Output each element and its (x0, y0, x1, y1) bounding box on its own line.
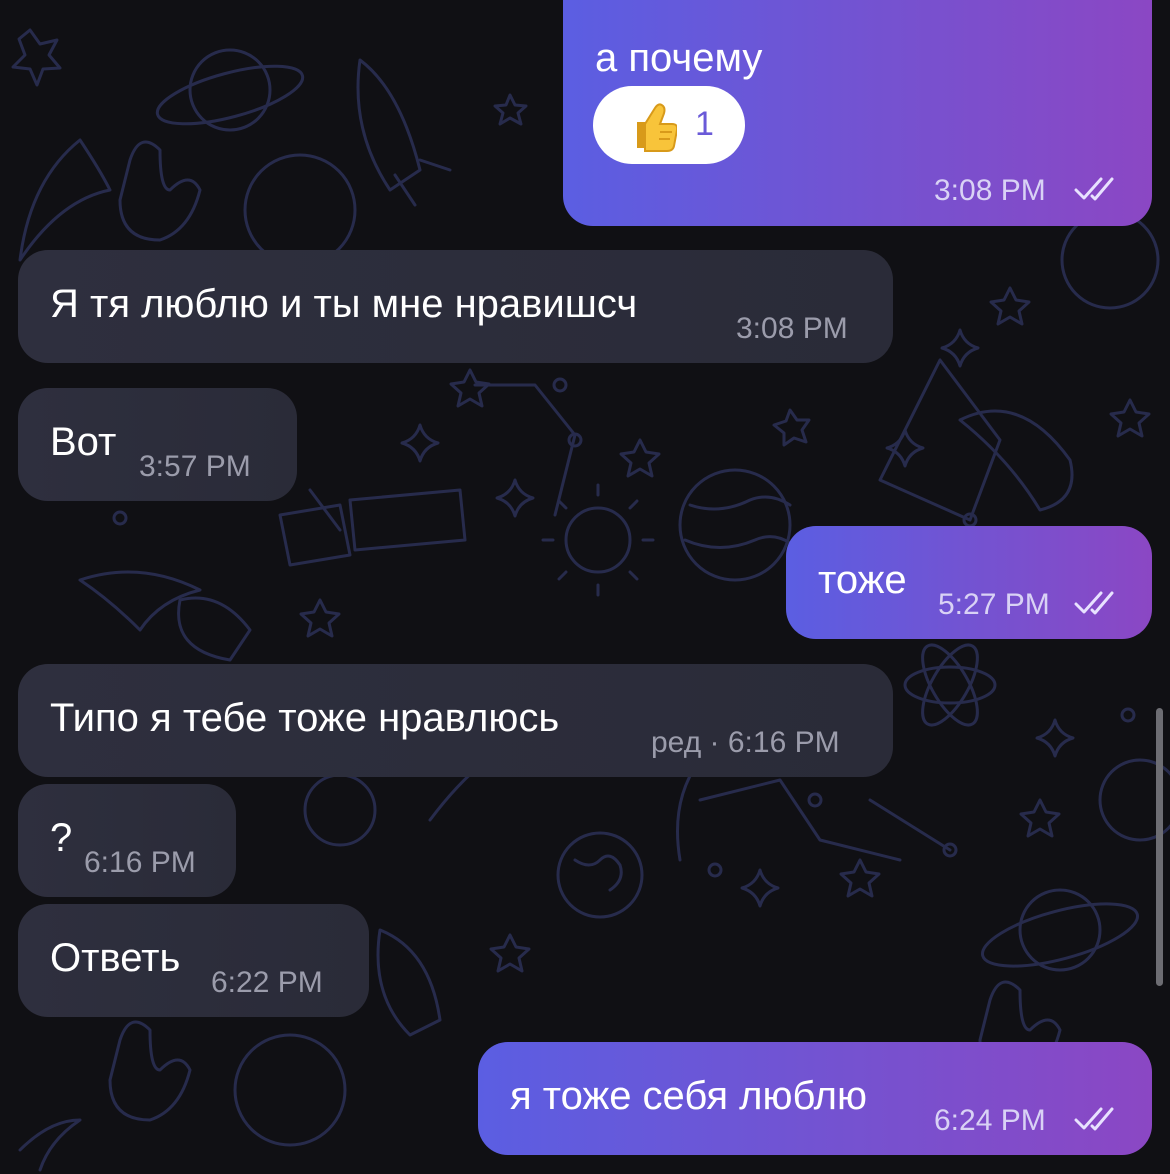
message-text: Ответь (50, 936, 181, 980)
message-bubble-incoming[interactable]: Вот 3:57 PM (18, 388, 297, 501)
message-text: тоже (818, 558, 907, 602)
message-bubble-outgoing[interactable]: тоже 5:27 PM (786, 526, 1152, 639)
thumbs-up-icon (637, 103, 677, 152)
double-check-icon (1074, 177, 1114, 201)
message-time: 6:22 PM (211, 966, 323, 999)
message-text: ? (50, 816, 73, 860)
message-text: Вот (50, 420, 117, 464)
reaction-count: 1 (695, 105, 714, 143)
double-check-icon (1074, 1107, 1114, 1131)
double-check-icon (1074, 591, 1114, 615)
chat-screen: а почему 1 3:08 PM Я тя люблю и ты мне н… (0, 0, 1170, 1174)
message-time: 5:27 PM (938, 588, 1050, 621)
message-time: 3:57 PM (139, 450, 251, 483)
message-bubble-outgoing[interactable]: а почему 1 3:08 PM (563, 0, 1152, 226)
message-text: Типо я тебе тоже нравлюсь (50, 696, 560, 740)
message-bubble-incoming[interactable]: Типо я тебе тоже нравлюсь ред · 6:16 PM (18, 664, 893, 777)
message-time: ред · 6:16 PM (651, 726, 840, 759)
message-time: 6:16 PM (84, 846, 196, 879)
message-bubble-incoming[interactable]: Я тя люблю и ты мне нравишсч 3:08 PM (18, 250, 893, 363)
message-bubble-outgoing[interactable]: я тоже себя люблю 6:24 PM (478, 1042, 1152, 1155)
message-time: 6:24 PM (934, 1104, 1046, 1137)
message-text: Я тя люблю и ты мне нравишсч (50, 282, 638, 326)
message-text: а почему (595, 36, 763, 80)
scroll-indicator[interactable] (1156, 708, 1163, 986)
reaction-chip[interactable]: 1 (593, 86, 745, 164)
message-text: я тоже себя люблю (510, 1074, 867, 1118)
message-bubble-incoming[interactable]: ? 6:16 PM (18, 784, 236, 897)
message-bubble-incoming[interactable]: Ответь 6:22 PM (18, 904, 369, 1017)
message-time: 3:08 PM (736, 312, 848, 345)
message-time: 3:08 PM (934, 174, 1046, 207)
